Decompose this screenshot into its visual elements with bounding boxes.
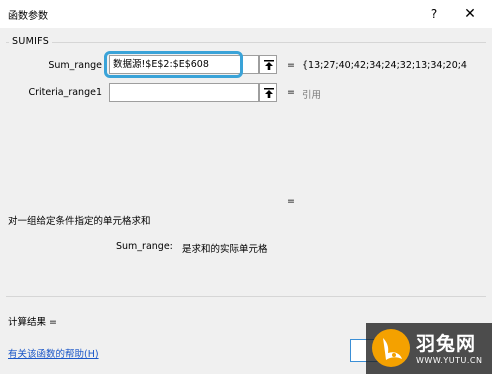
collapse-dialog-icon	[264, 60, 274, 70]
function-arguments-dialog: 函数参数 ? ✕ SUMIFS Sum_range 数据源!$E$2:$E$60…	[0, 0, 492, 374]
sum-range-highlight	[104, 51, 243, 78]
sum-range-label: Sum_range	[48, 60, 102, 71]
criteria-range1-collapse-button[interactable]	[259, 83, 277, 102]
criteria-range1-label: Criteria_range1	[28, 87, 102, 98]
criteria-range1-equals: =	[287, 87, 295, 98]
function-name: SUMIFS	[9, 36, 53, 47]
dialog-title: 函数参数	[8, 11, 48, 22]
criteria-range1-input[interactable]	[109, 83, 259, 102]
help-button[interactable]: ?	[424, 4, 444, 24]
rabbit-logo-icon	[372, 329, 410, 367]
calculation-result: 计算结果 =	[8, 317, 57, 328]
argument-description-text: 是求和的实际单元格	[182, 244, 268, 255]
formula-result-equals: =	[287, 196, 295, 207]
collapse-dialog-icon	[264, 88, 274, 98]
argument-description-name: Sum_range:	[116, 241, 173, 252]
function-help-link[interactable]: 有关该函数的帮助(H)	[8, 346, 99, 360]
criteria-range1-preview: 引用	[302, 90, 322, 101]
close-button[interactable]: ✕	[458, 4, 482, 24]
watermark-url: WWW.YUTU.CN	[416, 356, 483, 365]
watermark-text: 羽兔网	[416, 333, 477, 355]
function-description: 对一组给定条件指定的单元格求和	[8, 216, 151, 227]
sum-range-preview: {13;27;40;42;34;24;32;13;34;20;4	[302, 60, 467, 71]
divider	[6, 296, 486, 297]
sum-range-equals: =	[287, 60, 295, 71]
sum-range-collapse-button[interactable]	[259, 55, 277, 74]
title-bar: 函数参数 ? ✕	[0, 0, 492, 28]
watermark: 羽兔网 WWW.YUTU.CN	[366, 323, 492, 374]
